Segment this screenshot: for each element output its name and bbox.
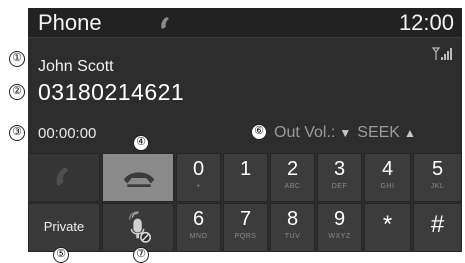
app-title: Phone (38, 10, 102, 35)
keypad-key-4[interactable]: 4 GHI (364, 153, 411, 202)
phone-screen: Phone 12:00 John Scott 03180214621 00:00… (28, 8, 462, 252)
out-volume-control: Out Vol.: ▼ SEEK ▲ (274, 124, 416, 142)
caller-name: John Scott (38, 58, 114, 75)
signal-strength-icon (432, 47, 452, 60)
callout-2: ② (9, 84, 25, 100)
seek-label: SEEK (357, 124, 400, 141)
accept-call-button[interactable] (28, 153, 100, 202)
keypad-key-1[interactable]: 1 (223, 153, 268, 202)
keypad-key-star[interactable]: * (364, 203, 411, 252)
callout-6: ⑥ (251, 124, 267, 140)
keypad-key-8[interactable]: 8 TUV (270, 203, 315, 252)
triangle-down-icon[interactable]: ▼ (339, 126, 351, 140)
clock: 12:00 (398, 10, 454, 35)
call-timer: 00:00:00 (38, 125, 97, 142)
callout-3: ③ (9, 125, 25, 141)
end-call-button[interactable] (102, 153, 174, 202)
keypad-key-9[interactable]: 9 WXYZ (317, 203, 362, 252)
end-call-icon (123, 172, 155, 187)
keypad-key-2[interactable]: 2 ABC (270, 153, 315, 202)
caller-number: 03180214621 (38, 79, 185, 105)
mic-mute-button[interactable] (102, 203, 174, 252)
keypad-key-0[interactable]: 0 + (176, 153, 221, 202)
triangle-up-icon[interactable]: ▲ (404, 126, 416, 140)
title-bar: Phone 12:00 (28, 8, 462, 38)
keypad-key-3[interactable]: 3 DEF (317, 153, 362, 202)
callout-5: ⑤ (53, 247, 69, 263)
handset-icon (56, 167, 69, 186)
private-button[interactable]: Private (28, 203, 100, 252)
keypad-key-7[interactable]: 7 PQRS (223, 203, 268, 252)
callout-7: ⑦ (133, 247, 149, 263)
handset-icon (161, 17, 169, 29)
out-volume-label: Out Vol.: (274, 124, 336, 141)
keypad-key-5[interactable]: 5 JKL (413, 153, 462, 202)
callout-4: ④ (133, 135, 149, 151)
private-button-label: Private (43, 219, 85, 234)
keypad-key-6[interactable]: 6 MNO (176, 203, 221, 252)
keypad-key-hash[interactable]: # (413, 203, 462, 252)
mic-mute-icon (129, 211, 151, 243)
callout-1: ① (9, 51, 25, 67)
keypad: 0 + 1 2 ABC 3 DEF 4 GHI 5 JKL Private 6 … (28, 153, 462, 252)
